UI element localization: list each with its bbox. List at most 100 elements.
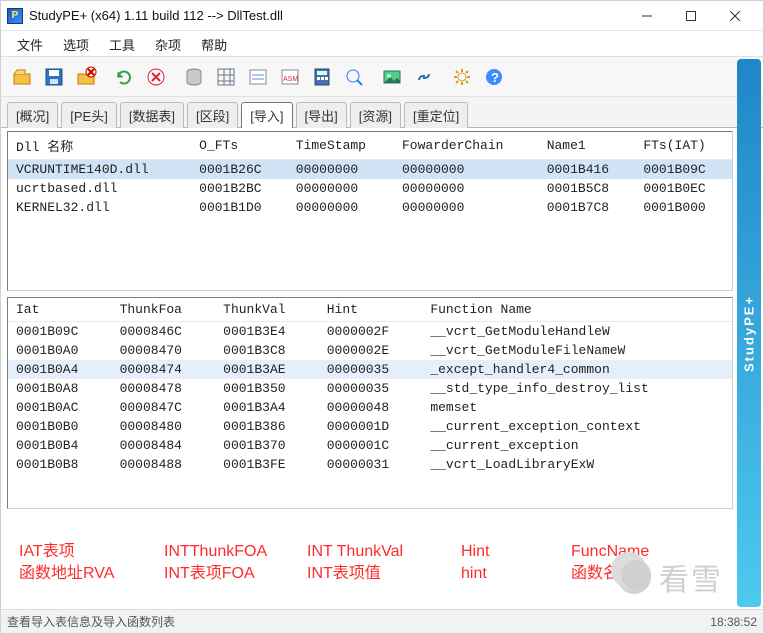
cell: 0001B26C [191, 160, 288, 180]
col-header[interactable]: Iat [8, 298, 112, 322]
col-header[interactable]: ThunkFoa [112, 298, 216, 322]
col-header[interactable]: FowarderChain [394, 132, 539, 160]
table-row[interactable]: ucrtbased.dll0001B2BC0000000000000000000… [8, 179, 732, 198]
col-header[interactable]: TimeStamp [288, 132, 394, 160]
cell: VCRUNTIME140D.dll [8, 160, 191, 180]
save-icon [43, 66, 65, 88]
menu-1[interactable]: 选项 [53, 31, 99, 56]
image-button[interactable] [377, 62, 407, 92]
tab-6[interactable]: [资源] [350, 102, 401, 128]
cell: __vcrt_GetModuleFileNameW [422, 341, 732, 360]
menu-4[interactable]: 帮助 [191, 31, 237, 56]
table-row[interactable]: 0001B0B8000084880001B3FE00000031__vcrt_L… [8, 455, 732, 474]
close-button[interactable] [713, 2, 757, 30]
table-row[interactable]: KERNEL32.dll0001B1D000000000000000000001… [8, 198, 732, 217]
cancel-button[interactable] [141, 62, 171, 92]
cell: 00008480 [112, 417, 216, 436]
sidebar-logo-link[interactable]: StudyPE+ [742, 294, 757, 371]
cell: 0001B0A4 [8, 360, 112, 379]
table-row[interactable]: 0001B0A4000084740001B3AE00000035_except_… [8, 360, 732, 379]
cell: 0000002F [319, 322, 423, 342]
cell: 0001B5C8 [539, 179, 636, 198]
help-icon: ? [483, 66, 505, 88]
tab-7[interactable]: [重定位] [404, 102, 468, 128]
dll-list-panel[interactable]: Dll 名称O_FTsTimeStampFowarderChainName1FT… [7, 131, 733, 291]
cell: 0001B0B0 [8, 417, 112, 436]
app-icon: P [7, 8, 23, 24]
image-icon [381, 66, 403, 88]
open-file-button[interactable] [7, 62, 37, 92]
table-row[interactable]: 0001B0B4000084840001B3700000001C__curren… [8, 436, 732, 455]
col-header[interactable]: Function Name [422, 298, 732, 322]
gear-button[interactable] [447, 62, 477, 92]
cell: KERNEL32.dll [8, 198, 191, 217]
grid-icon [215, 66, 237, 88]
table-row[interactable]: 0001B09C0000846C0001B3E40000002F__vcrt_G… [8, 322, 732, 342]
cell: 0000001C [319, 436, 423, 455]
cell: __current_exception_context [422, 417, 732, 436]
cell: 0001B0B4 [8, 436, 112, 455]
cell: 00000000 [288, 179, 394, 198]
cell: 0001B3A4 [215, 398, 319, 417]
help-button[interactable]: ? [479, 62, 509, 92]
col-header[interactable]: ThunkVal [215, 298, 319, 322]
save-button[interactable] [39, 62, 69, 92]
tab-4[interactable]: [导入] [241, 102, 292, 128]
function-table[interactable]: IatThunkFoaThunkValHintFunction Name0001… [8, 298, 732, 474]
link-button[interactable] [409, 62, 439, 92]
tab-3[interactable]: [区段] [187, 102, 238, 128]
window-title: StudyPE+ (x64) 1.11 build 112 --> DllTes… [29, 8, 625, 23]
dll-table[interactable]: Dll 名称O_FTsTimeStampFowarderChainName1FT… [8, 132, 732, 217]
cell: 0001B3AE [215, 360, 319, 379]
cell: 0001B0B8 [8, 455, 112, 474]
search-icon [343, 66, 365, 88]
table-row[interactable]: 0001B0A0000084700001B3C80000002E__vcrt_G… [8, 341, 732, 360]
table-row[interactable]: VCRUNTIME140D.dll0001B26C000000000000000… [8, 160, 732, 180]
search-button[interactable] [339, 62, 369, 92]
cell: 0001B416 [539, 160, 636, 180]
grid-button[interactable] [211, 62, 241, 92]
cell: 0001B1D0 [191, 198, 288, 217]
close-file-button[interactable] [71, 62, 101, 92]
cell: 0001B2BC [191, 179, 288, 198]
minimize-button[interactable] [625, 2, 669, 30]
col-header[interactable]: FTs(IAT) [635, 132, 732, 160]
cell: 00008470 [112, 341, 216, 360]
toolbar: ASM? [1, 57, 763, 97]
menu-2[interactable]: 工具 [99, 31, 145, 56]
table-row[interactable]: 0001B0AC0000847C0001B3A400000048memset [8, 398, 732, 417]
col-header[interactable]: Hint [319, 298, 423, 322]
menu-3[interactable]: 杂项 [145, 31, 191, 56]
col-header[interactable]: Dll 名称 [8, 132, 191, 160]
cell: 0000847C [112, 398, 216, 417]
cell: 00000000 [394, 160, 539, 180]
cell: memset [422, 398, 732, 417]
table-row[interactable]: 0001B0A8000084780001B35000000035__std_ty… [8, 379, 732, 398]
refresh-button[interactable] [109, 62, 139, 92]
svg-text:ASM: ASM [283, 76, 298, 83]
sidebar-logo[interactable]: StudyPE+ [737, 59, 761, 607]
asm-icon: ASM [279, 66, 301, 88]
cell: 0001B3E4 [215, 322, 319, 342]
asm-button[interactable]: ASM [275, 62, 305, 92]
col-header[interactable]: Name1 [539, 132, 636, 160]
title-bar: P StudyPE+ (x64) 1.11 build 112 --> DllT… [1, 1, 763, 31]
tab-2[interactable]: [数据表] [120, 102, 184, 128]
tab-5[interactable]: [导出] [296, 102, 347, 128]
col-header[interactable]: O_FTs [191, 132, 288, 160]
tab-1[interactable]: [PE头] [61, 102, 117, 128]
cell: 0001B0A8 [8, 379, 112, 398]
cell: 0001B000 [635, 198, 732, 217]
function-list-panel[interactable]: IatThunkFoaThunkValHintFunction Name0001… [7, 297, 733, 509]
cell: 00000031 [319, 455, 423, 474]
tab-0[interactable]: [概况] [7, 102, 58, 128]
calc-button[interactable] [307, 62, 337, 92]
menu-0[interactable]: 文件 [7, 31, 53, 56]
table-row[interactable]: 0001B0B0000084800001B3860000001D__curren… [8, 417, 732, 436]
cell: 00000035 [319, 379, 423, 398]
hex-button[interactable] [243, 62, 273, 92]
cell: 00008474 [112, 360, 216, 379]
maximize-button[interactable] [669, 2, 713, 30]
database-button[interactable] [179, 62, 209, 92]
cell: 00000048 [319, 398, 423, 417]
